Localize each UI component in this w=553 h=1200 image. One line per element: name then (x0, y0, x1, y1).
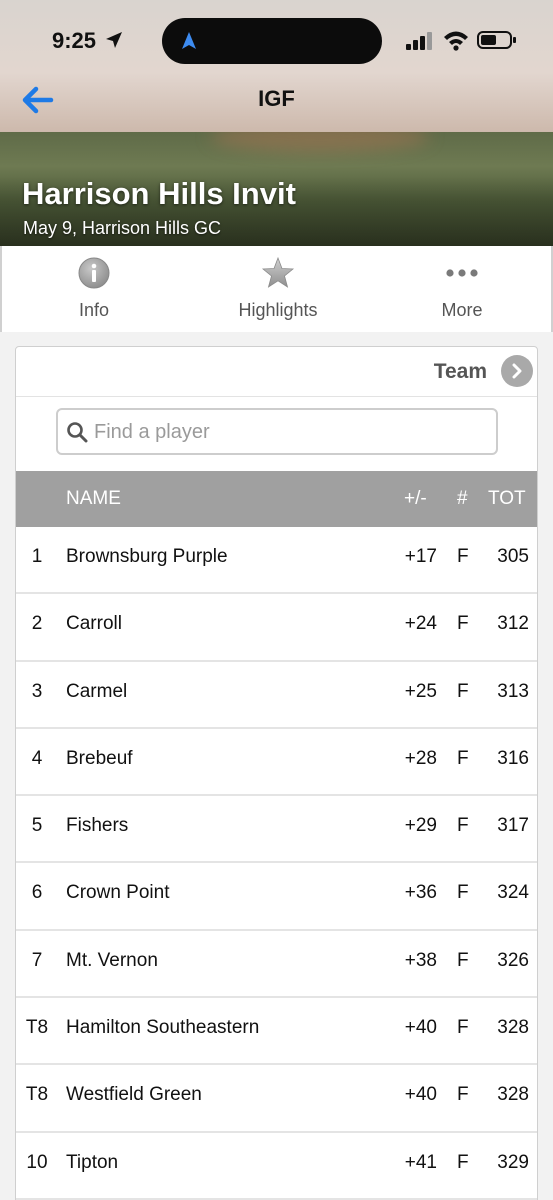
row-hole: F (457, 680, 469, 702)
row-hole: F (457, 949, 469, 971)
tab-bar: Info Highlights More (0, 246, 553, 332)
row-position: 4 (31, 747, 43, 769)
page-title: IGF (258, 86, 295, 111)
row-team-name: Brebeuf (66, 747, 133, 769)
row-plus-minus: +25 (404, 680, 437, 702)
location-arrow-icon (106, 32, 122, 48)
row-team-name: Mt. Vernon (66, 949, 158, 971)
header-plus-minus: +/- (404, 488, 427, 509)
leaderboard-rows: 1 Brownsburg Purple +17 F 305 2 Carroll … (16, 527, 537, 1200)
row-plus-minus: +38 (404, 949, 437, 971)
search-icon (67, 422, 88, 443)
row-position: 7 (31, 949, 43, 971)
tab-highlights[interactable]: Highlights (186, 246, 370, 332)
row-position: 1 (31, 546, 43, 567)
dynamic-island (162, 18, 382, 64)
row-plus-minus: +24 (404, 613, 437, 635)
table-row[interactable]: 5 Fishers +29 F 317 (16, 796, 537, 864)
row-total: 317 (497, 815, 529, 837)
row-total: 328 (497, 1084, 529, 1106)
tab-info-label: Info (78, 300, 110, 320)
table-row[interactable]: T8 Hamilton Southeastern +40 F 328 (16, 998, 537, 1066)
row-plus-minus: +29 (404, 815, 437, 837)
row-plus-minus: +40 (404, 1017, 437, 1039)
row-position: 6 (31, 882, 43, 904)
row-total: 324 (497, 882, 529, 904)
header-hole: # (457, 488, 468, 509)
chevron-right-icon (501, 355, 533, 387)
leaderboard-card: Team NAME +/- # TOT 1 Brownsburg Purpl (15, 346, 538, 1200)
row-plus-minus: +17 (404, 546, 437, 567)
status-bar: 9:25 (0, 18, 553, 64)
table-row[interactable]: 7 Mt. Vernon +38 F 326 (16, 931, 537, 999)
row-hole: F (457, 613, 469, 635)
row-hole: F (457, 1017, 469, 1039)
row-hole: F (457, 1084, 469, 1106)
table-row[interactable]: 3 Carmel +25 F 313 (16, 662, 537, 729)
player-search (56, 408, 498, 455)
table-header: NAME +/- # TOT (16, 471, 537, 527)
row-hole: F (457, 882, 469, 904)
status-time: 9:25 (52, 28, 97, 53)
tab-more-label: More (441, 300, 483, 320)
table-row[interactable]: 10 Tipton +41 F 329 (16, 1133, 537, 1200)
table-row[interactable]: 4 Brebeuf +28 F 316 (16, 729, 537, 797)
tab-more[interactable]: More (370, 246, 553, 332)
event-banner: Harrison Hills Invit May 9, Harrison Hil… (0, 132, 553, 246)
row-hole: F (457, 1151, 469, 1173)
row-total: 316 (497, 747, 529, 769)
team-toggle-label: Team (433, 360, 487, 383)
battery-icon (477, 31, 516, 49)
row-team-name: Carroll (66, 613, 122, 635)
row-position: 10 (26, 1151, 48, 1173)
cellular-signal-icon (406, 32, 432, 50)
banner-glow (210, 132, 430, 152)
row-team-name: Hamilton Southeastern (66, 1017, 260, 1039)
table-row[interactable]: 6 Crown Point +36 F 324 (16, 863, 537, 931)
app-screen: 9:25 IGF Harrison Hills Invit May 9, Har… (0, 0, 553, 1200)
more-dots-icon (446, 269, 478, 277)
top-bar: 9:25 IGF (0, 0, 553, 132)
row-hole: F (457, 747, 469, 769)
info-icon (78, 257, 110, 289)
search-input[interactable] (94, 416, 484, 448)
row-position: 2 (31, 613, 43, 635)
tab-highlights-label: Highlights (238, 300, 318, 320)
row-plus-minus: +41 (404, 1151, 437, 1173)
row-total: 326 (497, 949, 529, 971)
row-total: 328 (497, 1017, 529, 1039)
row-team-name: Fishers (66, 815, 129, 837)
row-team-name: Carmel (66, 680, 128, 702)
row-total: 312 (497, 613, 529, 635)
row-total: 313 (497, 680, 529, 702)
header-name: NAME (66, 488, 121, 509)
table-row[interactable]: T8 Westfield Green +40 F 328 (16, 1065, 537, 1133)
row-team-name: Crown Point (66, 882, 170, 904)
row-total: 329 (497, 1151, 529, 1173)
row-team-name: Westfield Green (66, 1084, 202, 1106)
row-hole: F (457, 815, 469, 837)
tab-info[interactable]: Info (2, 246, 186, 332)
row-plus-minus: +40 (404, 1084, 437, 1106)
row-position: T8 (25, 1017, 49, 1039)
table-row[interactable]: 1 Brownsburg Purple +17 F 305 (16, 527, 537, 595)
row-position: T8 (25, 1084, 49, 1106)
team-toggle[interactable]: Team (16, 347, 537, 397)
row-position: 3 (31, 680, 43, 702)
header-total: TOT (488, 488, 526, 509)
row-total: 305 (497, 546, 529, 567)
row-team-name: Brownsburg Purple (66, 546, 228, 567)
row-team-name: Tipton (66, 1151, 119, 1173)
event-subtitle: May 9, Harrison Hills GC (23, 218, 222, 238)
row-plus-minus: +28 (404, 747, 437, 769)
navigation-bar: IGF (0, 80, 553, 120)
row-hole: F (457, 546, 469, 567)
table-row[interactable]: 2 Carroll +24 F 312 (16, 594, 537, 662)
event-title: Harrison Hills Invit (22, 176, 296, 211)
row-position: 5 (31, 815, 43, 837)
star-icon (261, 256, 295, 288)
row-plus-minus: +36 (404, 882, 437, 904)
navigation-arrow-icon (182, 32, 196, 49)
wifi-icon (444, 31, 468, 51)
